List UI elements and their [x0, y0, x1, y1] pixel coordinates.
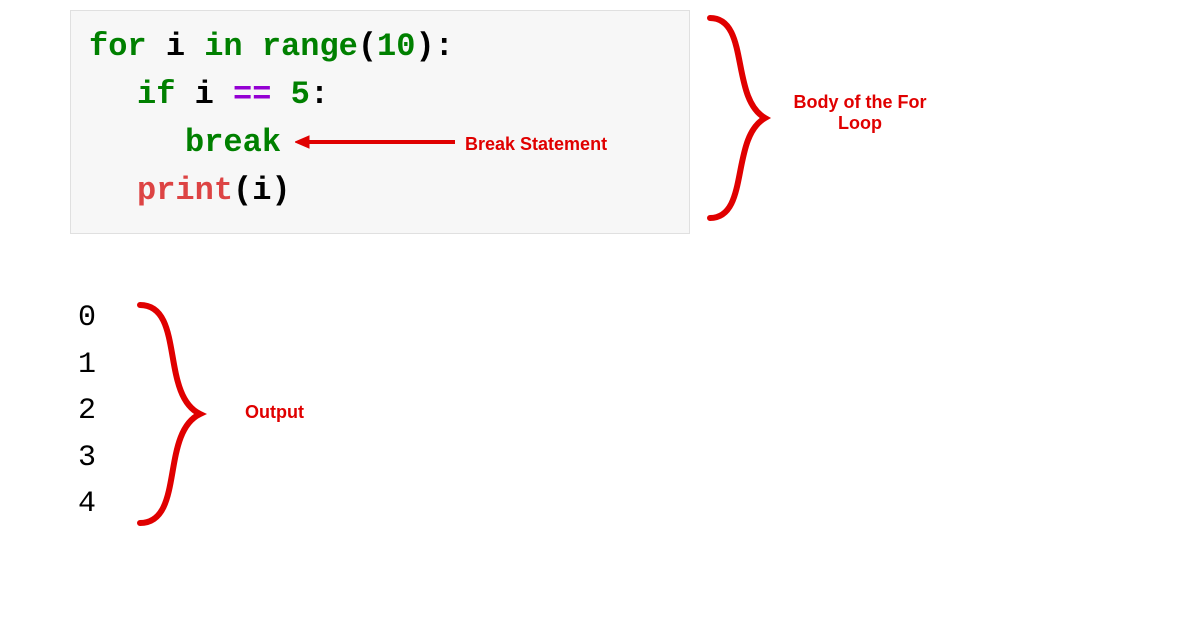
literal-5: 5: [291, 76, 310, 113]
code-block: for i in range(10): if i == 5: break pri…: [70, 10, 690, 234]
code-line-4: print(i): [89, 167, 671, 215]
paren-close: ): [271, 172, 290, 209]
keyword-in: in: [204, 28, 242, 65]
output-block: 0 1 2 3 4: [78, 295, 96, 528]
label-break-statement: Break Statement: [465, 134, 607, 155]
operator-eq: ==: [233, 76, 271, 113]
output-line: 3: [78, 435, 96, 482]
brace-output-icon: [130, 295, 210, 533]
output-line: 1: [78, 342, 96, 389]
builtin-range: range: [262, 28, 358, 65]
space: [271, 76, 290, 113]
var-i: i: [175, 76, 233, 113]
brace-body-icon: [700, 8, 780, 228]
colon: :: [310, 76, 329, 113]
code-line-2: if i == 5:: [89, 71, 671, 119]
arrow-break-icon: [295, 130, 460, 154]
label-body-of-for-loop: Body of the For Loop: [785, 92, 935, 134]
label-body-line2: Loop: [838, 113, 882, 133]
keyword-break: break: [185, 124, 281, 161]
var-i: i: [252, 172, 271, 209]
output-line: 2: [78, 388, 96, 435]
paren-open: (: [233, 172, 252, 209]
space: [243, 28, 262, 65]
label-output: Output: [245, 402, 304, 423]
keyword-if: if: [137, 76, 175, 113]
paren-close: ): [415, 28, 434, 65]
output-line: 0: [78, 295, 96, 342]
builtin-print: print: [137, 172, 233, 209]
keyword-for: for: [89, 28, 147, 65]
var-i: i: [147, 28, 205, 65]
code-line-1: for i in range(10):: [89, 23, 671, 71]
colon: :: [435, 28, 454, 65]
paren-open: (: [358, 28, 377, 65]
output-line: 4: [78, 481, 96, 528]
literal-10: 10: [377, 28, 415, 65]
label-body-line1: Body of the For: [794, 92, 927, 112]
